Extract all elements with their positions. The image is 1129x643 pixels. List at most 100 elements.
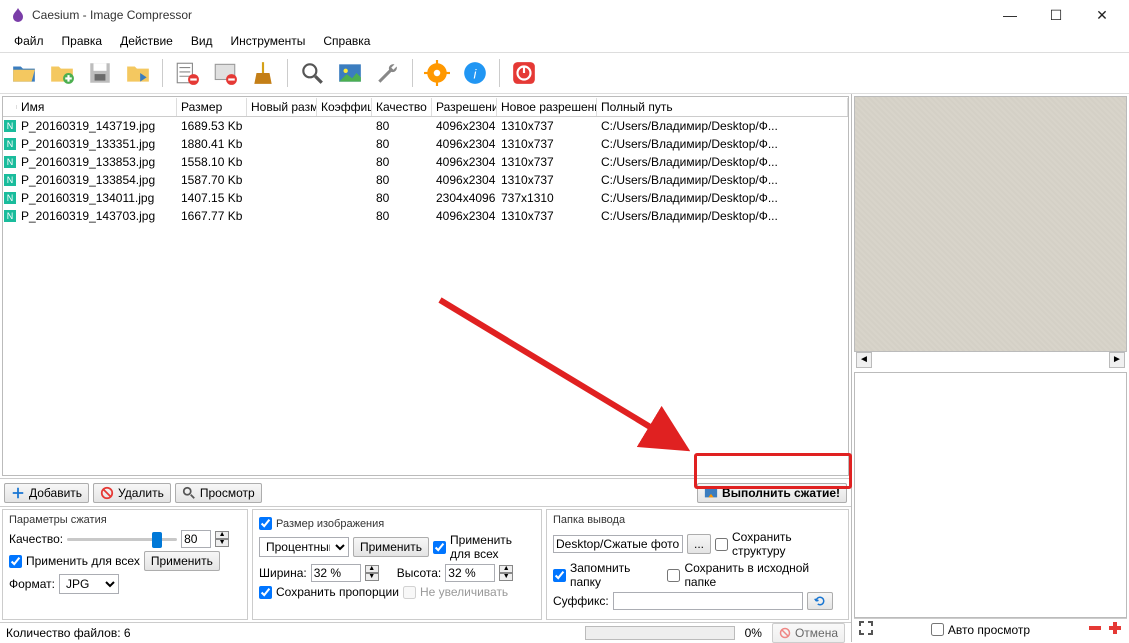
wrench-icon[interactable] bbox=[370, 55, 406, 91]
suffix-reset-button[interactable] bbox=[807, 592, 833, 610]
table-row[interactable]: N P_20160319_143719.jpg1689.53 Kb 804096… bbox=[3, 117, 848, 135]
minimize-button[interactable]: — bbox=[987, 0, 1033, 30]
menu-file[interactable]: Файл bbox=[6, 32, 52, 50]
output-path-input[interactable] bbox=[553, 535, 683, 553]
preview-image-icon[interactable] bbox=[332, 55, 368, 91]
resize-mode-select[interactable]: Процентный bbox=[259, 537, 349, 557]
add-folder-icon[interactable] bbox=[44, 55, 80, 91]
height-input[interactable] bbox=[445, 564, 495, 582]
remove-button[interactable]: Удалить bbox=[93, 483, 171, 503]
maximize-button[interactable]: ☐ bbox=[1033, 0, 1079, 30]
open-folder-icon[interactable] bbox=[6, 55, 42, 91]
magnifier-icon[interactable] bbox=[294, 55, 330, 91]
col-newsize[interactable]: Новый разм bbox=[247, 98, 317, 116]
settings-gear-icon[interactable] bbox=[419, 55, 455, 91]
auto-preview-checkbox[interactable]: Авто просмотр bbox=[931, 623, 1030, 637]
table-row[interactable]: N P_20160319_133853.jpg1558.10 Kb 804096… bbox=[3, 153, 848, 171]
info-icon[interactable]: i bbox=[457, 55, 493, 91]
table-row[interactable]: N P_20160319_133351.jpg1880.41 Kb 804096… bbox=[3, 135, 848, 153]
magnifier-icon bbox=[182, 486, 196, 500]
no-enlarge-checkbox[interactable]: Не увеличивать bbox=[403, 585, 508, 599]
plus-icon bbox=[11, 486, 25, 500]
annotation-highlight bbox=[694, 453, 852, 489]
format-label: Формат: bbox=[9, 577, 55, 591]
new-badge-icon: N bbox=[4, 156, 16, 168]
scroll-right-button[interactable]: ► bbox=[1109, 352, 1125, 368]
add-button[interactable]: Добавить bbox=[4, 483, 89, 503]
suffix-label: Суффикс: bbox=[553, 594, 609, 608]
menubar: Файл Правка Действие Вид Инструменты Спр… bbox=[0, 30, 1129, 52]
new-badge-icon: N bbox=[4, 210, 16, 222]
annotation-arrow bbox=[430, 290, 710, 470]
suffix-input[interactable] bbox=[613, 592, 803, 610]
quality-slider[interactable] bbox=[67, 530, 177, 548]
col-newresolution[interactable]: Новое разрешение bbox=[497, 98, 597, 116]
refresh-icon bbox=[814, 595, 826, 607]
compression-group: Параметры сжатия Качество: ▲▼ Применить … bbox=[2, 509, 248, 620]
width-spinner[interactable]: ▲▼ bbox=[365, 565, 379, 581]
output-group: Папка вывода ... Сохранить структуру Зап… bbox=[546, 509, 849, 620]
keep-structure-checkbox[interactable]: Сохранить структуру bbox=[715, 530, 842, 558]
menu-action[interactable]: Действие bbox=[112, 32, 181, 50]
close-button[interactable]: ✕ bbox=[1079, 0, 1125, 30]
clean-icon[interactable] bbox=[245, 55, 281, 91]
quality-input[interactable] bbox=[181, 530, 211, 548]
quality-label: Качество: bbox=[9, 532, 63, 546]
zoom-in-icon[interactable] bbox=[1107, 620, 1123, 639]
browse-button[interactable]: ... bbox=[687, 534, 711, 554]
table-row[interactable]: N P_20160319_133854.jpg1587.70 Kb 804096… bbox=[3, 171, 848, 189]
col-quality[interactable]: Качество bbox=[372, 98, 432, 116]
cancel-button[interactable]: Отмена bbox=[772, 623, 845, 643]
format-select[interactable]: JPG bbox=[59, 574, 119, 594]
new-badge-icon: N bbox=[4, 192, 16, 204]
remove-folder-icon[interactable] bbox=[207, 55, 243, 91]
save-icon[interactable] bbox=[82, 55, 118, 91]
file-count-label: Количество файлов: 6 bbox=[6, 626, 131, 640]
height-label: Высота: bbox=[397, 566, 442, 580]
preview-area[interactable] bbox=[854, 96, 1127, 352]
fit-icon[interactable] bbox=[858, 620, 874, 639]
progress-bar bbox=[585, 626, 735, 640]
apply-all-quality-checkbox[interactable]: Применить для всех bbox=[9, 554, 140, 568]
apply-all-size-checkbox[interactable]: Применить для всех bbox=[433, 533, 535, 561]
cancel-icon bbox=[779, 627, 791, 639]
menu-view[interactable]: Вид bbox=[183, 32, 221, 50]
col-coef[interactable]: Коэффици bbox=[317, 98, 372, 116]
remember-folder-checkbox[interactable]: Запомнить папку bbox=[553, 561, 663, 589]
table-row[interactable]: N P_20160319_143703.jpg1667.77 Kb 804096… bbox=[3, 207, 848, 225]
preview-button[interactable]: Просмотр bbox=[175, 483, 262, 503]
zoom-out-icon[interactable] bbox=[1087, 620, 1103, 639]
power-icon[interactable] bbox=[506, 55, 542, 91]
menu-help[interactable]: Справка bbox=[315, 32, 378, 50]
apply-quality-button[interactable]: Применить bbox=[144, 551, 220, 571]
window-title: Caesium - Image Compressor bbox=[32, 8, 987, 22]
keep-proportions-checkbox[interactable]: Сохранить пропорции bbox=[259, 585, 399, 599]
same-output-checkbox[interactable]: Сохранить в исходной папке bbox=[667, 561, 842, 589]
toolbar: i bbox=[0, 52, 1129, 94]
width-input[interactable] bbox=[311, 564, 361, 582]
col-name[interactable]: Имя bbox=[17, 98, 177, 116]
new-badge-icon: N bbox=[4, 138, 16, 150]
new-badge-icon: N bbox=[4, 174, 16, 186]
app-icon bbox=[10, 7, 26, 23]
progress-percent: 0% bbox=[745, 626, 762, 640]
menu-edit[interactable]: Правка bbox=[54, 32, 111, 50]
col-resolution[interactable]: Разрешение bbox=[432, 98, 497, 116]
titlebar: Caesium - Image Compressor — ☐ ✕ bbox=[0, 0, 1129, 30]
resize-checkbox[interactable]: Размер изображения bbox=[259, 517, 384, 530]
statusbar: Количество файлов: 6 0% Отмена bbox=[0, 622, 851, 642]
remove-item-icon[interactable] bbox=[169, 55, 205, 91]
quality-spinner[interactable]: ▲▼ bbox=[215, 531, 229, 547]
apply-size-button[interactable]: Применить bbox=[353, 537, 429, 557]
table-row[interactable]: N P_20160319_134011.jpg1407.15 Kb 802304… bbox=[3, 189, 848, 207]
height-spinner[interactable]: ▲▼ bbox=[499, 565, 513, 581]
preview-secondary bbox=[854, 372, 1127, 618]
folder-output-icon[interactable] bbox=[120, 55, 156, 91]
menu-tools[interactable]: Инструменты bbox=[223, 32, 314, 50]
size-group: Размер изображения Процентный Применить … bbox=[252, 509, 542, 620]
scroll-left-button[interactable]: ◄ bbox=[856, 352, 872, 368]
no-entry-icon bbox=[100, 486, 114, 500]
col-size[interactable]: Размер bbox=[177, 98, 247, 116]
col-path[interactable]: Полный путь bbox=[597, 98, 848, 116]
file-list[interactable]: Имя Размер Новый разм Коэффици Качество … bbox=[2, 96, 849, 476]
